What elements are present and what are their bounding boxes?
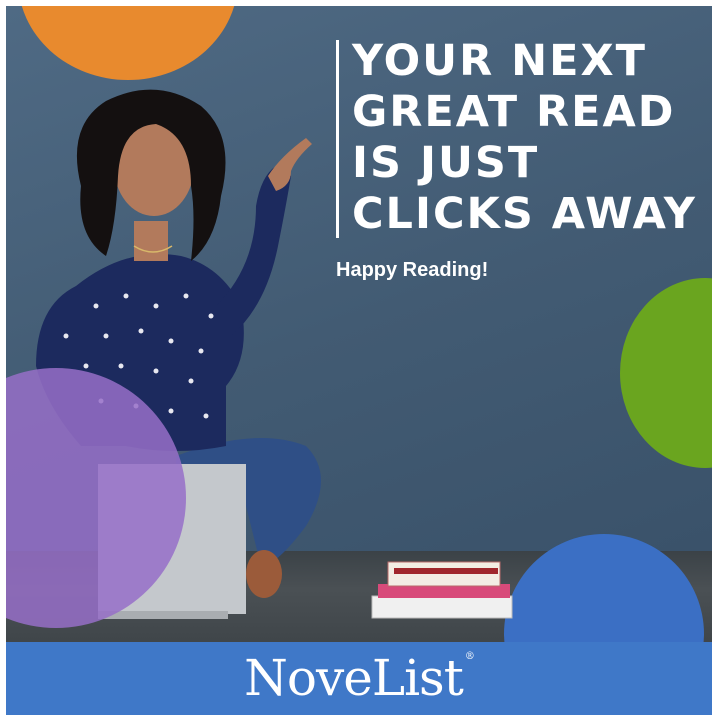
book-stack <box>371 561 513 619</box>
headline-line: CLICKS AWAY <box>352 189 697 239</box>
tagline: Happy Reading! <box>336 259 489 281</box>
footer-bar: NoveList ® <box>6 642 712 715</box>
headline-line: YOUR NEXT <box>352 36 648 86</box>
headline-line: GREAT READ <box>352 87 676 137</box>
logo-text: NoveList <box>244 649 464 707</box>
headline-line: IS JUST <box>352 138 540 188</box>
registered-mark: ® <box>464 651 475 662</box>
headline-divider <box>336 40 339 238</box>
novelist-logo[interactable]: NoveList ® <box>6 642 712 715</box>
headline: YOUR NEXT GREAT READ IS JUST CLICKS AWAY <box>352 36 712 240</box>
ad-banner: YOUR NEXT GREAT READ IS JUST CLICKS AWAY… <box>6 6 712 715</box>
